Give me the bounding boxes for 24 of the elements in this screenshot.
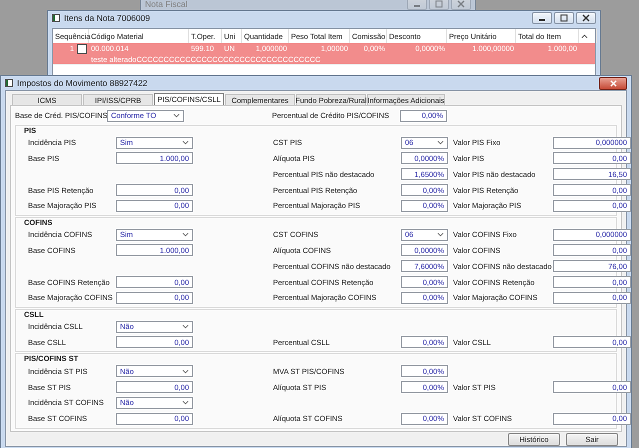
close-icon xyxy=(581,14,591,22)
window-title: Nota Fiscal xyxy=(145,0,188,9)
chevron-down-icon xyxy=(182,368,189,374)
chevron-down-icon xyxy=(182,140,189,146)
window-title: Itens da Nota 7006009 xyxy=(64,13,150,23)
chevron-down-icon xyxy=(182,324,189,330)
close-icon xyxy=(608,80,618,86)
chevron-down-icon xyxy=(182,400,189,406)
maximize-button[interactable] xyxy=(554,12,574,24)
close-button[interactable] xyxy=(599,76,627,90)
window-icon xyxy=(52,14,60,22)
maximize-icon xyxy=(434,0,444,8)
window-title: Impostos do Movimento 88927422 xyxy=(17,78,148,88)
chevron-down-icon xyxy=(437,140,444,146)
window-icon xyxy=(5,79,13,87)
chevron-down-icon xyxy=(437,232,444,238)
close-button[interactable] xyxy=(576,12,596,24)
chevron-down-icon xyxy=(182,232,189,238)
maximize-icon xyxy=(559,14,569,22)
close-icon xyxy=(456,0,466,8)
checkbox[interactable] xyxy=(77,44,87,54)
scroll-up-icon[interactable] xyxy=(581,34,588,38)
minimize-button[interactable] xyxy=(532,12,552,24)
chevron-down-icon xyxy=(173,113,180,118)
